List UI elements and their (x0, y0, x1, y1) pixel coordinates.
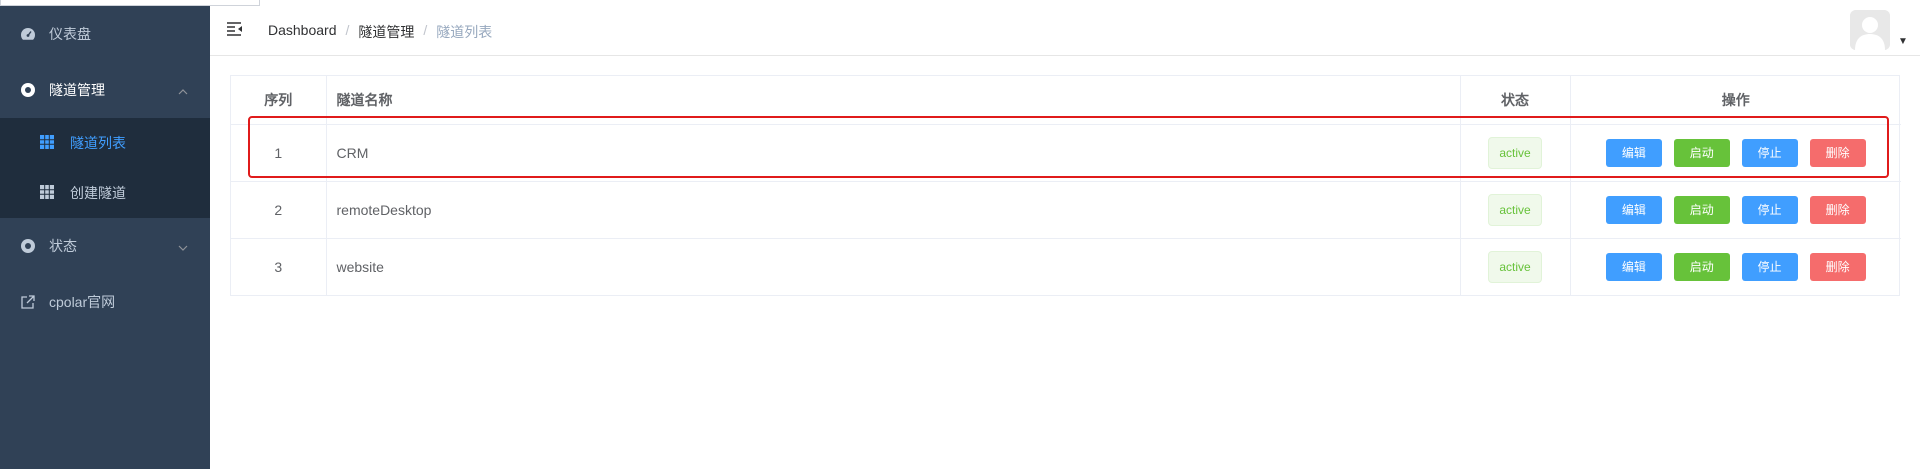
chevron-down-icon (178, 238, 188, 254)
sidebar-item-label: 隧道列表 (70, 135, 126, 151)
start-button[interactable]: 启动 (1673, 138, 1730, 167)
edit-button[interactable]: 编辑 (1605, 252, 1662, 281)
table-row: 2 remoteDesktop active 编辑 启动 停止 删除 (231, 181, 1901, 239)
breadcrumb: Dashboard / 隧道管理 / 隧道列表 (268, 22, 492, 42)
hamburger-icon[interactable] (226, 21, 244, 37)
breadcrumb-item[interactable]: Dashboard (268, 22, 337, 42)
delete-button[interactable]: 删除 (1809, 138, 1866, 167)
sidebar-item-tunnel-list[interactable]: 隧道列表 (0, 118, 210, 168)
row-index: 2 (231, 181, 327, 239)
table-row: 3 website active 编辑 启动 停止 删除 (231, 238, 1901, 295)
sidebar-item-label: 隧道管理 (49, 82, 105, 98)
tunnel-name: CRM (326, 124, 1461, 182)
column-header-actions: 操作 (1570, 76, 1901, 125)
caret-down-icon[interactable]: ▼ (1898, 36, 1908, 47)
column-header-status: 状态 (1460, 76, 1571, 125)
sidebar-item-status[interactable]: 状态 (0, 220, 210, 272)
navbar: Dashboard / 隧道管理 / 隧道列表 ▼ (210, 6, 1920, 56)
delete-button[interactable]: 删除 (1809, 195, 1866, 224)
sidebar-item-tunnel-management[interactable]: 隧道管理 (0, 64, 210, 116)
column-header-name: 隧道名称 (326, 76, 1461, 125)
grid-icon (40, 185, 56, 201)
chevron-up-icon (178, 82, 188, 98)
breadcrumb-item-current: 隧道列表 (436, 24, 493, 40)
start-button[interactable]: 启动 (1673, 195, 1730, 224)
breadcrumb-item[interactable]: 隧道管理 (358, 22, 414, 42)
tunnel-icon (19, 81, 37, 99)
stop-button[interactable]: 停止 (1741, 252, 1798, 281)
grid-icon (40, 135, 56, 151)
external-link-icon (19, 293, 37, 311)
breadcrumb-separator: / (423, 22, 428, 38)
start-button[interactable]: 启动 (1673, 252, 1730, 281)
status-badge: active (1488, 250, 1542, 283)
sidebar-item-label: 状态 (49, 238, 77, 254)
edit-button[interactable]: 编辑 (1605, 195, 1662, 224)
avatar[interactable] (1850, 10, 1890, 50)
tunnel-name: remoteDesktop (326, 181, 1461, 239)
tunnel-table: 序列 隧道名称 状态 操作 1 CRM active 编辑 启动 停止 删除 2 (230, 75, 1901, 296)
sidebar: 仪表盘 隧道管理 隧道列表 创建隧道 状态 cpolar官网 (0, 6, 210, 469)
status-badge: active (1488, 193, 1542, 226)
table-row: 1 CRM active 编辑 启动 停止 删除 (231, 124, 1901, 182)
sidebar-item-dashboard[interactable]: 仪表盘 (0, 8, 210, 60)
status-badge: active (1488, 136, 1542, 169)
sidebar-item-label: 仪表盘 (49, 26, 91, 42)
sidebar-item-create-tunnel[interactable]: 创建隧道 (0, 168, 210, 218)
delete-button[interactable]: 删除 (1809, 252, 1866, 281)
tunnel-name: website (326, 238, 1461, 295)
table-header-row: 序列 隧道名称 状态 操作 (231, 76, 1901, 125)
sidebar-item-cpolar-site[interactable]: cpolar官网 (0, 276, 210, 328)
breadcrumb-separator: / (345, 22, 350, 38)
stop-button[interactable]: 停止 (1741, 138, 1798, 167)
sidebar-item-label: 创建隧道 (70, 185, 126, 201)
status-icon (19, 237, 37, 255)
row-index: 1 (231, 124, 327, 182)
sidebar-item-label: cpolar官网 (49, 294, 116, 310)
dashboard-icon (19, 25, 37, 43)
stop-button[interactable]: 停止 (1741, 195, 1798, 224)
column-header-index: 序列 (231, 76, 327, 125)
edit-button[interactable]: 编辑 (1605, 138, 1662, 167)
submenu-tunnels: 隧道列表 创建隧道 (0, 118, 210, 218)
row-index: 3 (231, 238, 327, 295)
